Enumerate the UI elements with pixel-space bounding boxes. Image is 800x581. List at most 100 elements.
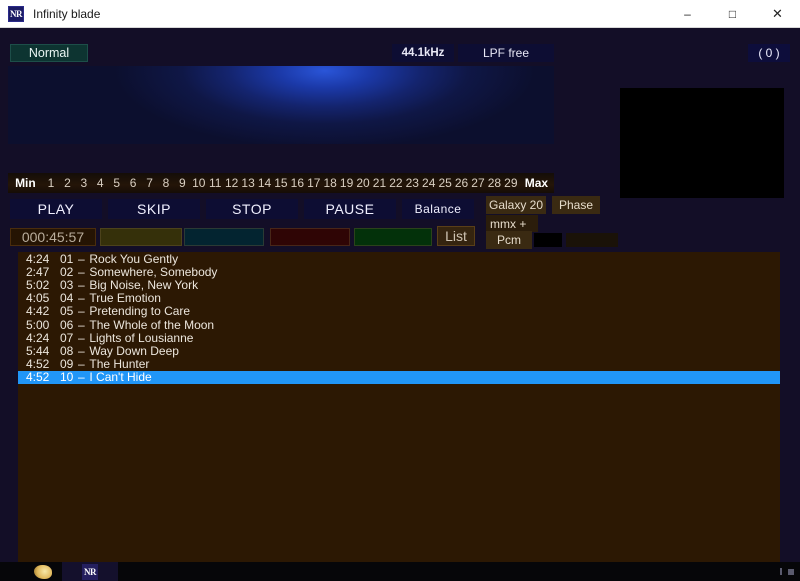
volume-tick-24[interactable]: 24 (421, 176, 437, 190)
playlist-row[interactable]: 2:47 02– Somewhere, Somebody (18, 264, 780, 279)
volume-tick-14[interactable]: 14 (256, 176, 272, 190)
plugin-phase-button[interactable]: Phase (552, 196, 600, 214)
track-title: The Whole of the Moon (89, 317, 215, 332)
volume-tick-19[interactable]: 19 (338, 176, 354, 190)
volume-tick-1[interactable]: 1 (43, 176, 59, 190)
track-title: I Can't Hide (89, 370, 152, 385)
track-number: 02 (60, 264, 74, 279)
track-title: True Emotion (89, 291, 161, 306)
visualizer-glow-panel[interactable] (8, 66, 554, 144)
meter-bar-3[interactable] (270, 228, 350, 246)
track-duration: 4:05 (26, 291, 50, 306)
track-separator: – (78, 317, 85, 332)
play-button[interactable]: PLAY (10, 199, 102, 219)
volume-tick-18[interactable]: 18 (322, 176, 338, 190)
mode-button[interactable]: Normal (10, 44, 88, 62)
volume-tick-27[interactable]: 27 (470, 176, 486, 190)
playlist[interactable]: 4:24 01– Rock You Gently 2:47 02– Somewhere, … (18, 252, 780, 562)
volume-tick-26[interactable]: 26 (453, 176, 469, 190)
track-separator: – (78, 264, 85, 279)
playlist-row[interactable]: 4:42 05– Pretending to Care (18, 304, 780, 319)
volume-tick-16[interactable]: 16 (289, 176, 305, 190)
playlist-row[interactable]: 4:05 04– True Emotion (18, 291, 780, 306)
maximize-button[interactable]: □ (710, 0, 755, 28)
track-separator: – (78, 330, 85, 345)
track-number: 05 (60, 304, 74, 319)
volume-max-label[interactable]: Max (519, 176, 554, 190)
volume-tick-11[interactable]: 11 (207, 176, 223, 190)
meter-bar-2[interactable] (184, 228, 264, 246)
volume-tick-10[interactable]: 10 (191, 176, 207, 190)
playlist-row[interactable]: 5:44 08– Way Down Deep (18, 343, 780, 358)
track-number: 04 (60, 291, 74, 306)
playlist-row[interactable]: 5:00 06– The Whole of the Moon (18, 317, 780, 332)
volume-tick-12[interactable]: 12 (223, 176, 239, 190)
volume-scale[interactable]: Min 1 2 3 4 5 6 7 8 9 10 11 12 13 14 15 16 17 18 19 20 21 22 23… (8, 173, 554, 193)
filter-mode-button[interactable]: LPF free (458, 44, 554, 62)
track-separator: – (78, 304, 85, 319)
volume-tick-21[interactable]: 21 (371, 176, 387, 190)
close-button[interactable]: ✕ (755, 0, 800, 28)
taskbar-app-button[interactable]: NR (62, 562, 118, 581)
track-duration: 4:24 (26, 252, 50, 266)
balance-button[interactable]: Balance (402, 199, 474, 219)
track-number: 08 (60, 343, 74, 358)
scope-display[interactable] (620, 88, 784, 198)
tray-indicator-icon[interactable] (780, 568, 782, 575)
track-duration: 5:00 (26, 317, 50, 332)
volume-tick-13[interactable]: 13 (240, 176, 256, 190)
taskbar-pet-icon[interactable] (34, 564, 52, 579)
time-display: 000:45:57 (10, 228, 96, 246)
volume-tick-15[interactable]: 15 (273, 176, 289, 190)
plugin-pcm-button[interactable]: Pcm (486, 231, 532, 249)
track-number: 09 (60, 357, 74, 372)
track-duration: 4:52 (26, 357, 50, 372)
track-duration: 2:47 (26, 264, 50, 279)
volume-min-label[interactable]: Min (8, 176, 43, 190)
minimize-button[interactable]: – (665, 0, 710, 28)
skip-button[interactable]: SKIP (108, 199, 200, 219)
taskbar-app-icon: NR (82, 563, 98, 580)
player-body: Normal 44.1kHz LPF free ( 0 ) Min 1 2 3 4 5 6 7… (0, 28, 800, 562)
track-separator: – (78, 291, 85, 306)
tray-square-icon[interactable] (788, 568, 794, 575)
app-icon: NR (8, 5, 24, 22)
track-count-display[interactable]: ( 0 ) (748, 44, 790, 62)
track-separator: – (78, 357, 85, 372)
volume-tick-6[interactable]: 6 (125, 176, 141, 190)
volume-tick-9[interactable]: 9 (174, 176, 190, 190)
volume-tick-28[interactable]: 28 (486, 176, 502, 190)
playlist-row[interactable]: 4:24 01– Rock You Gently (18, 252, 780, 266)
playlist-row[interactable]: 4:52 09– The Hunter (18, 357, 780, 372)
samplerate-display[interactable]: 44.1kHz (392, 44, 454, 62)
list-button[interactable]: List (437, 226, 475, 246)
volume-tick-5[interactable]: 5 (108, 176, 124, 190)
plugin-slot-b[interactable] (566, 233, 618, 247)
volume-tick-29[interactable]: 29 (503, 176, 519, 190)
volume-tick-17[interactable]: 17 (306, 176, 322, 190)
track-title: Somewhere, Somebody (89, 264, 218, 279)
volume-tick-3[interactable]: 3 (76, 176, 92, 190)
volume-tick-25[interactable]: 25 (437, 176, 453, 190)
title-bar: NR Infinity blade – □ ✕ (0, 0, 800, 28)
volume-tick-7[interactable]: 7 (141, 176, 157, 190)
volume-tick-2[interactable]: 2 (59, 176, 75, 190)
track-number: 07 (60, 330, 74, 345)
track-separator: – (78, 252, 85, 266)
volume-tick-22[interactable]: 22 (388, 176, 404, 190)
window-title: Infinity blade (33, 6, 101, 21)
volume-tick-23[interactable]: 23 (404, 176, 420, 190)
plugin-mmx-label[interactable]: mmx + (486, 215, 538, 232)
playlist-row[interactable]: 5:02 03– Big Noise, New York (18, 278, 780, 292)
volume-tick-4[interactable]: 4 (92, 176, 108, 190)
playlist-row[interactable]: 4:52 10– I Can't Hide (18, 370, 780, 385)
playlist-row[interactable]: 4:24 07– Lights of Lousianne (18, 330, 780, 345)
plugin-slot-a[interactable] (534, 233, 562, 247)
volume-tick-8[interactable]: 8 (158, 176, 174, 190)
pause-button[interactable]: PAUSE (304, 199, 396, 219)
stop-button[interactable]: STOP (206, 199, 298, 219)
volume-tick-20[interactable]: 20 (355, 176, 371, 190)
meter-bar-4[interactable] (354, 228, 432, 246)
meter-bar-1[interactable] (100, 228, 182, 246)
plugin-galaxy-button[interactable]: Galaxy 20 (486, 196, 546, 214)
